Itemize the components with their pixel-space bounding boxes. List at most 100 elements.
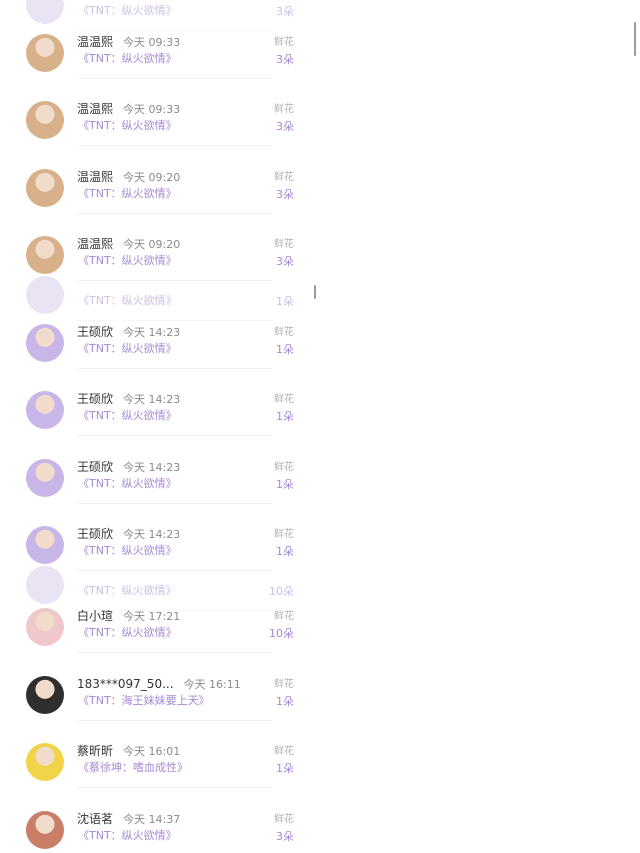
book-title-link[interactable]: 《TNT：纵火欲情》 bbox=[78, 828, 177, 844]
timestamp: 今天 09:20 bbox=[123, 171, 181, 184]
gift-type-label: 鲜花 bbox=[274, 746, 294, 757]
gift-type-label: 鲜花 bbox=[274, 172, 294, 183]
list-item[interactable]: 王硕欣 今天 14:23 鲜花《TNT：纵火欲情》 1朵 bbox=[26, 324, 294, 392]
book-title-link[interactable]: 《TNT：纵火欲情》 bbox=[78, 253, 177, 269]
avatar[interactable] bbox=[26, 169, 64, 207]
scroll-indicator-left[interactable] bbox=[314, 285, 316, 299]
user-name-text: 温温熙 bbox=[77, 170, 114, 184]
book-title-link[interactable]: 《TNT：纵火欲情》 bbox=[78, 408, 177, 424]
book-title-link[interactable]: 《TNT：纵火欲情》 bbox=[78, 476, 177, 492]
list-item[interactable]: 王硕欣 今天 14:23 鲜花《TNT：纵火欲情》 1朵 bbox=[26, 459, 294, 527]
user-name: 王硕欣 今天 14:23 bbox=[77, 324, 180, 341]
gift-type-label: 鲜花 bbox=[274, 462, 294, 473]
flower-count: 10朵 bbox=[269, 585, 294, 598]
divider bbox=[77, 368, 272, 369]
flower-count: 3朵 bbox=[276, 830, 294, 843]
book-title-link[interactable]: 《TNT：纵火欲情》 bbox=[78, 293, 177, 309]
flower-count: 3朵 bbox=[276, 53, 294, 66]
book-title-link[interactable]: 《TNT：纵火欲情》 bbox=[78, 118, 177, 134]
book-title-link[interactable]: 《TNT：纵火欲情》 bbox=[78, 341, 177, 357]
user-name-text: 183***097_50... bbox=[77, 677, 174, 691]
divider bbox=[77, 435, 272, 436]
divider bbox=[77, 320, 272, 321]
divider bbox=[77, 787, 272, 788]
user-name-text: 王硕欣 bbox=[77, 527, 114, 541]
user-name-text: 温温熙 bbox=[77, 102, 114, 116]
flower-count: 3朵 bbox=[276, 188, 294, 201]
list-item[interactable]: 白小瑄 今天 17:21 鲜花《TNT：纵火欲情》 10朵 bbox=[26, 608, 294, 676]
book-title-link[interactable]: 《TNT：海王妹妹要上天》 bbox=[78, 693, 210, 709]
book-title-link[interactable]: 《蔡徐坤：嗜血成性》 bbox=[78, 760, 188, 776]
user-name: 沈语茗 今天 14:37 bbox=[77, 811, 180, 828]
gift-type-label: 鲜花 bbox=[274, 394, 294, 405]
timestamp: 今天 14:23 bbox=[123, 461, 181, 474]
avatar[interactable] bbox=[26, 526, 64, 564]
divider bbox=[77, 30, 272, 31]
avatar[interactable] bbox=[26, 459, 64, 497]
avatar[interactable] bbox=[26, 101, 64, 139]
book-title-link[interactable]: 《TNT：纵火欲情》 bbox=[78, 625, 177, 641]
list-item[interactable]: 王硕欣 今天 14:23 鲜花《TNT：纵火欲情》 1朵 bbox=[26, 391, 294, 459]
user-name-text: 王硕欣 bbox=[77, 325, 114, 339]
user-name-text: 王硕欣 bbox=[77, 392, 114, 406]
user-name: 蔡昕昕 今天 16:01 bbox=[77, 743, 180, 760]
flower-count: 1朵 bbox=[276, 762, 294, 775]
divider bbox=[77, 652, 272, 653]
list-item[interactable]: 蔡昕昕 今天 16:01 鲜花《蔡徐坤：嗜血成性》 1朵 bbox=[26, 743, 294, 811]
avatar[interactable] bbox=[26, 276, 64, 314]
list-item[interactable]: 温温熙 今天 09:20 鲜花《TNT：纵火欲情》 3朵 bbox=[26, 169, 294, 237]
gift-type-label: 鲜花 bbox=[274, 814, 294, 825]
flower-count: 1朵 bbox=[276, 478, 294, 491]
timestamp: 今天 14:23 bbox=[123, 326, 181, 339]
gift-type-label: 鲜花 bbox=[274, 239, 294, 250]
timestamp: 今天 14:23 bbox=[123, 393, 181, 406]
flower-count: 10朵 bbox=[269, 627, 294, 640]
flower-count: 1朵 bbox=[276, 343, 294, 356]
avatar[interactable] bbox=[26, 0, 64, 24]
list-item[interactable]: 183***097_50... 今天 16:11 鲜花 《TNT：海王妹妹要上天》 1朵 bbox=[26, 676, 294, 744]
avatar[interactable] bbox=[26, 811, 64, 849]
list-item[interactable]: 沈语茗 今天 14:37 鲜花《TNT：纵火欲情》 3朵 bbox=[26, 811, 294, 853]
scroll-indicator-right[interactable] bbox=[634, 22, 636, 56]
avatar[interactable] bbox=[26, 608, 64, 646]
book-title-link[interactable]: 《TNT：纵火欲情》 bbox=[78, 186, 177, 202]
user-name: 温温熙 今天 09:33 bbox=[77, 101, 180, 118]
user-name-text: 沈语茗 bbox=[77, 812, 114, 826]
user-name: 温温熙 今天 09:20 bbox=[77, 236, 180, 253]
book-title-link[interactable]: 《TNT：纵火欲情》 bbox=[78, 583, 177, 599]
gift-type-label: 鲜花 bbox=[274, 327, 294, 338]
user-name-text: 白小瑄 bbox=[77, 609, 114, 623]
user-name-text: 温温熙 bbox=[77, 35, 114, 49]
user-name-text: 温温熙 bbox=[77, 237, 114, 251]
avatar[interactable] bbox=[26, 391, 64, 429]
avatar[interactable] bbox=[26, 676, 64, 714]
avatar[interactable] bbox=[26, 34, 64, 72]
book-title-link[interactable]: 《TNT：纵火欲情》 bbox=[78, 3, 177, 19]
user-name: 温温熙 今天 09:33 bbox=[77, 34, 180, 51]
timestamp: 今天 17:21 bbox=[123, 610, 181, 623]
user-name: 王硕欣 今天 14:23 bbox=[77, 526, 180, 543]
timestamp: 今天 09:33 bbox=[123, 103, 181, 116]
user-name: 183***097_50... 今天 16:11 bbox=[77, 676, 241, 693]
gift-list-left[interactable]: 《TNT：纵火欲情》 3朵 温温熙 今天 09:33 鲜花 《TNT：纵火欲情》 3朵 温温熙… bbox=[0, 0, 320, 853]
gift-list-right[interactable]: 李芷盟今天 12:07鲜花《TNT：纵火欲情》5朵李芷盟今天 12:07鲜花《T… bbox=[320, 0, 640, 853]
avatar[interactable] bbox=[26, 324, 64, 362]
timestamp: 今天 16:11 bbox=[183, 678, 241, 691]
user-name: 王硕欣 今天 14:23 bbox=[77, 391, 180, 408]
avatar[interactable] bbox=[26, 566, 64, 604]
user-name-text: 蔡昕昕 bbox=[77, 744, 114, 758]
list-item[interactable]: 温温熙 今天 09:33 鲜花 《TNT：纵火欲情》 3朵 bbox=[26, 34, 294, 102]
book-title-link[interactable]: 《TNT：纵火欲情》 bbox=[78, 51, 177, 67]
flower-count: 1朵 bbox=[276, 410, 294, 423]
book-title-link[interactable]: 《TNT：纵火欲情》 bbox=[78, 543, 177, 559]
divider bbox=[77, 503, 272, 504]
avatar[interactable] bbox=[26, 743, 64, 781]
list-item[interactable]: 温温熙 今天 09:33 鲜花 《TNT：纵火欲情》 3朵 bbox=[26, 101, 294, 169]
divider bbox=[77, 78, 272, 79]
gift-type-label: 鲜花 bbox=[274, 611, 294, 622]
timestamp: 今天 14:23 bbox=[123, 528, 181, 541]
gift-type-label: 鲜花 bbox=[274, 104, 294, 115]
gift-type-label: 鲜花 bbox=[274, 679, 294, 690]
avatar[interactable] bbox=[26, 236, 64, 274]
user-name: 王硕欣 今天 14:23 bbox=[77, 459, 180, 476]
